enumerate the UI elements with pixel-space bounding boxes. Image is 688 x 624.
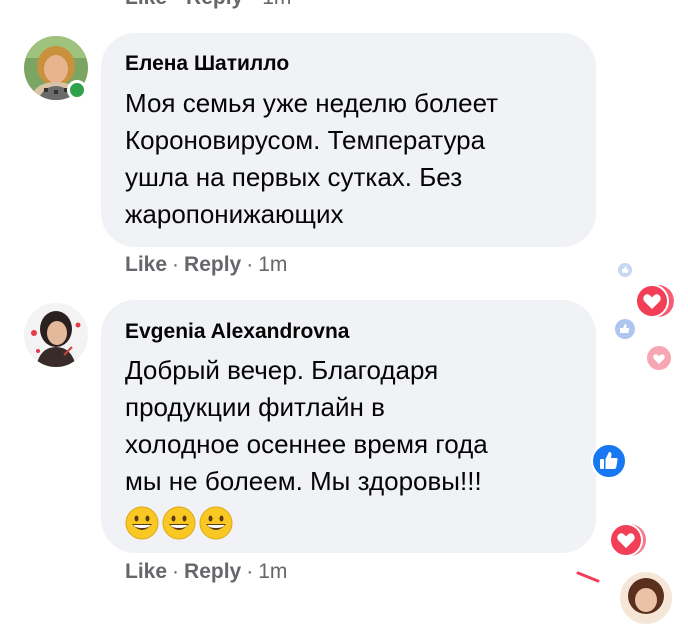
grinning-face-icon	[199, 506, 233, 540]
love-reaction-icon	[609, 523, 646, 557]
emoji-row	[125, 506, 236, 540]
reply-link[interactable]: Reply	[184, 560, 241, 583]
separator-dot: ·	[246, 560, 254, 583]
separator-dot: ·	[246, 253, 254, 276]
separator-dot: ·	[172, 560, 180, 583]
avatar[interactable]	[24, 303, 88, 367]
separator-dot: ·	[249, 0, 256, 9]
comment-time[interactable]: 1m	[258, 560, 287, 583]
like-reaction-icon	[615, 319, 635, 339]
comment-actions: Like · Reply · 1m	[125, 560, 287, 584]
comment-time[interactable]: 1m	[258, 253, 287, 276]
comment-author[interactable]: Елена Шатилло	[125, 52, 289, 76]
separator-dot: ·	[173, 0, 180, 9]
online-status-icon	[67, 80, 87, 100]
avatar[interactable]	[620, 572, 672, 624]
reply-link[interactable]: Reply	[184, 253, 241, 276]
like-link[interactable]: Like	[125, 0, 167, 9]
previous-comment-actions: Like · Reply · 1m	[125, 0, 291, 10]
comment-time[interactable]: 1m	[262, 0, 291, 9]
comment-text: Моя семья уже неделю болеет Короновирусо…	[125, 88, 499, 229]
love-reaction-icon	[647, 346, 671, 370]
comment-bubble[interactable]: Evgenia Alexandrovna Добрый вечер. Благо…	[101, 300, 596, 553]
comment-text: Добрый вечер. Благодаря продукции фитлай…	[125, 355, 488, 496]
separator-dot: ·	[172, 253, 180, 276]
grinning-face-icon	[162, 506, 196, 540]
like-reaction-icon	[618, 263, 632, 277]
comment-bubble[interactable]: Елена Шатилло Моя семья уже неделю более…	[101, 33, 596, 247]
reaction-trail-icon	[576, 571, 600, 583]
comment-author[interactable]: Evgenia Alexandrovna	[125, 320, 349, 344]
like-link[interactable]: Like	[125, 560, 167, 583]
like-reaction-icon	[591, 443, 627, 479]
reply-link[interactable]: Reply	[186, 0, 243, 9]
avatar-image	[24, 303, 88, 367]
avatar-image	[620, 572, 672, 624]
love-reaction-icon	[635, 284, 674, 318]
like-link[interactable]: Like	[125, 253, 167, 276]
grinning-face-icon	[125, 506, 159, 540]
comment-actions: Like · Reply · 1m	[125, 253, 287, 277]
